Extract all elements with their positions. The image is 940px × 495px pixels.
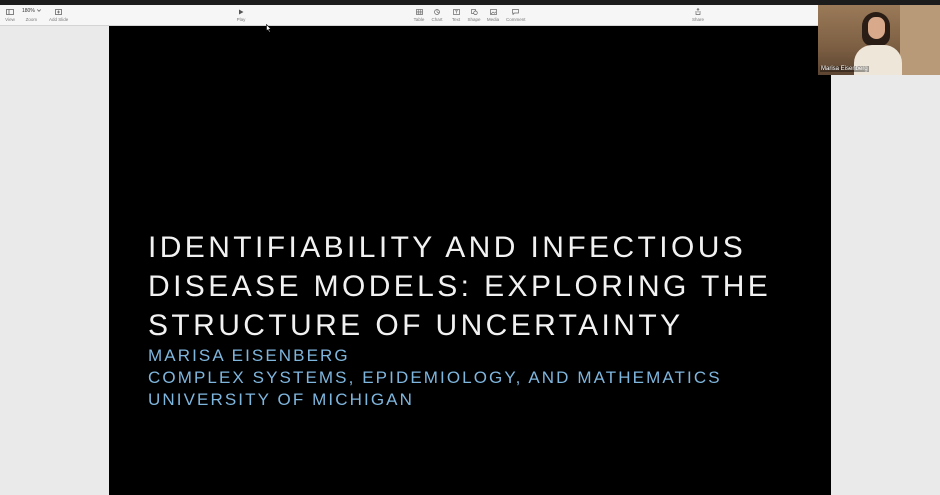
- slide-navigator-panel: [0, 26, 109, 495]
- slide-university: UNIVERSITY OF MICHIGAN: [148, 390, 414, 409]
- shape-button[interactable]: Shape: [467, 7, 481, 23]
- play-button[interactable]: Play: [234, 7, 248, 23]
- format-inspector-panel: [831, 26, 940, 495]
- comment-button[interactable]: Comment: [506, 7, 526, 23]
- media-icon: [486, 7, 500, 16]
- video-background-wall: [900, 5, 940, 75]
- text-button[interactable]: Text: [449, 7, 463, 23]
- sidebar-icon: [3, 7, 17, 16]
- add-slide-button[interactable]: Add Slide: [49, 7, 68, 23]
- zoom-value: 180%: [22, 8, 35, 14]
- zoom-button[interactable]: 180% Zoom: [22, 7, 41, 23]
- media-button[interactable]: Media: [486, 7, 500, 23]
- share-button[interactable]: Share: [691, 7, 705, 23]
- share-label: Share: [691, 17, 704, 22]
- chart-icon: [430, 7, 444, 16]
- slide-title: IDENTIFIABILITY AND INFECTIOUS DISEASE M…: [148, 231, 772, 342]
- play-icon: [234, 7, 248, 16]
- share-icon: [691, 7, 705, 16]
- comment-icon: [509, 7, 523, 16]
- participant-name: Marisa Eisenberg: [820, 66, 869, 72]
- play-label: Play: [236, 17, 246, 22]
- slide-canvas[interactable]: IDENTIFIABILITY AND INFECTIOUS DISEASE M…: [109, 26, 831, 495]
- table-label: Table: [413, 17, 425, 22]
- shape-icon: [467, 7, 481, 16]
- participant-video-tile[interactable]: Marisa Eisenberg: [818, 5, 940, 75]
- comment-label: Comment: [506, 17, 526, 22]
- slide-author: MARISA EISENBERG: [148, 346, 350, 365]
- zoom-label: Zoom: [25, 17, 38, 22]
- keynote-toolbar: View 180% Zoom Add Slide Play Table Char…: [0, 5, 818, 26]
- text-label: Text: [451, 17, 461, 22]
- table-icon: [412, 7, 426, 16]
- chevron-down-icon: [36, 7, 41, 16]
- plus-square-icon: [52, 7, 66, 16]
- view-label: View: [5, 17, 15, 22]
- participant-face: [868, 17, 885, 39]
- zoom-value-wrap: 180%: [22, 7, 41, 16]
- slide-subtitle: MARISA EISENBERG COMPLEX SYSTEMS, EPIDEM…: [148, 345, 808, 411]
- view-button[interactable]: View: [3, 7, 17, 23]
- chart-label: Chart: [431, 17, 443, 22]
- slide-department: COMPLEX SYSTEMS, EPIDEMIOLOGY, AND MATHE…: [148, 368, 722, 387]
- text-icon: [449, 7, 463, 16]
- table-button[interactable]: Table: [412, 7, 426, 23]
- add-slide-label: Add Slide: [49, 17, 69, 22]
- shape-label: Shape: [467, 17, 481, 22]
- media-label: Media: [486, 17, 500, 22]
- chart-button[interactable]: Chart: [430, 7, 444, 23]
- mouse-pointer-icon: [266, 20, 272, 38]
